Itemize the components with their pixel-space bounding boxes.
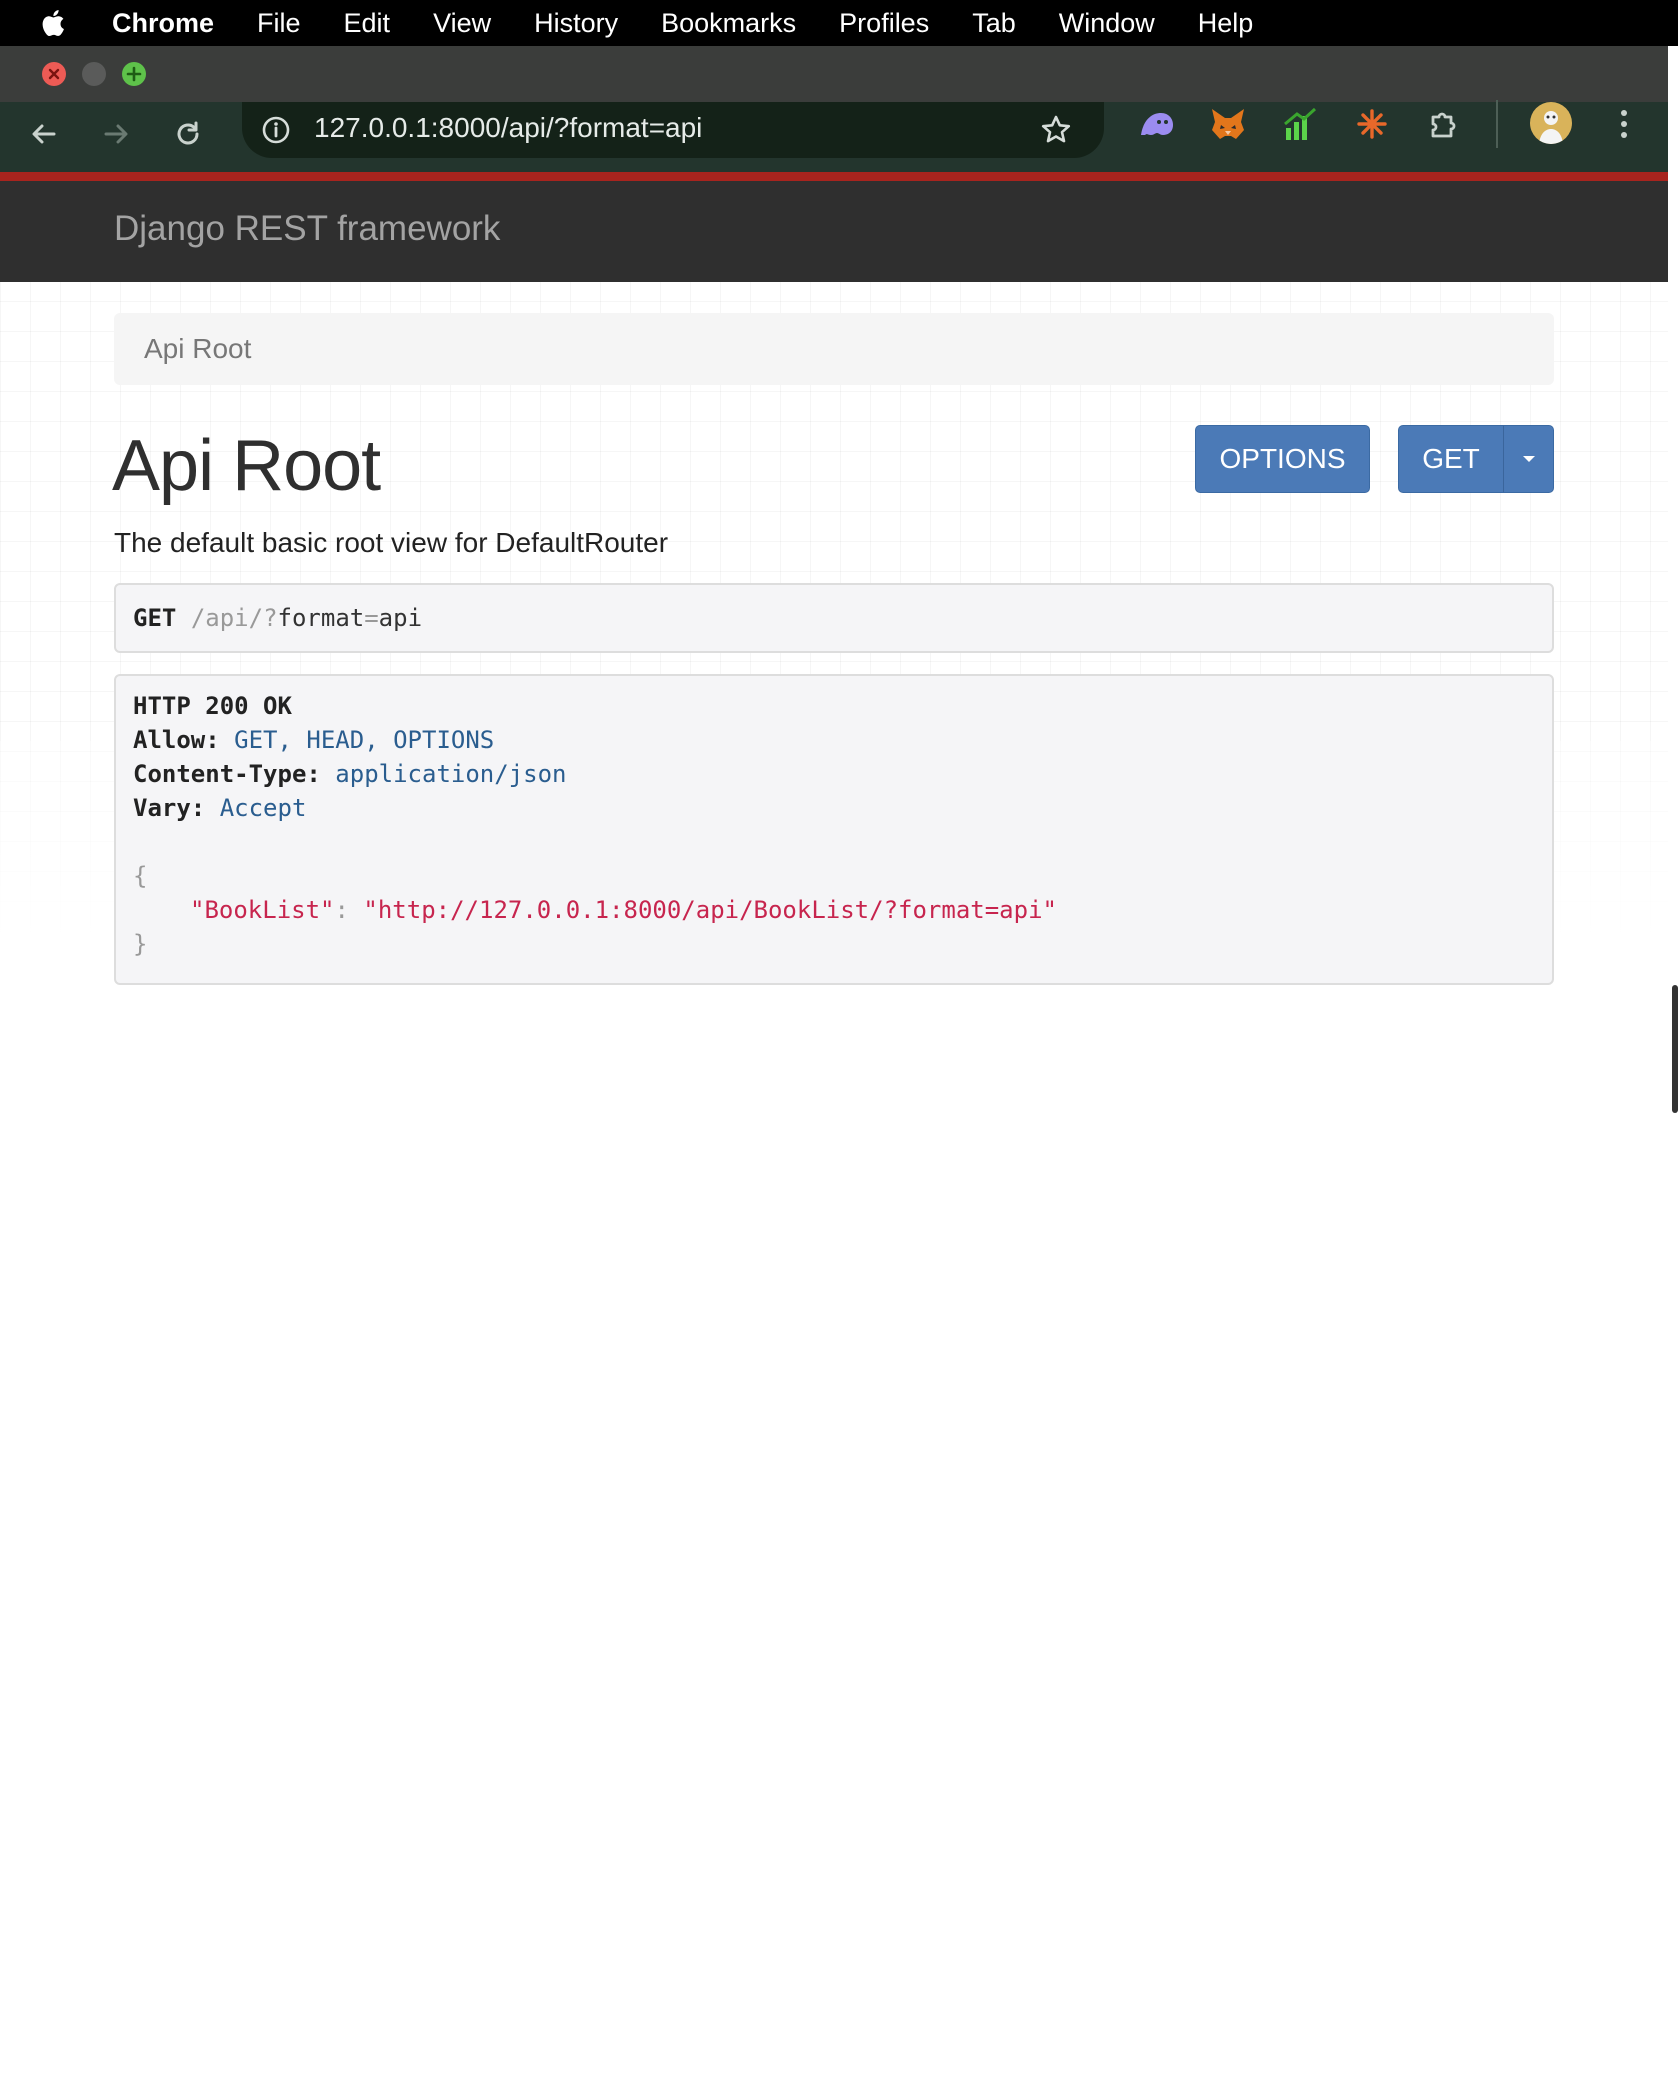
menu-bookmarks[interactable]: Bookmarks: [661, 8, 796, 39]
header-value: application/json: [335, 760, 567, 788]
chart-extension-icon[interactable]: [1280, 104, 1320, 144]
query-equals: =: [364, 604, 379, 632]
json-key: "BookList": [190, 896, 335, 924]
json-open-brace: {: [133, 862, 148, 890]
web-page: Django REST framework Api Root Api Root …: [0, 181, 1668, 2099]
request-line: GET /api/?format=api: [133, 604, 422, 632]
macos-menu-bar: Chrome File Edit View History Bookmarks …: [0, 0, 1678, 46]
menu-help[interactable]: Help: [1198, 8, 1254, 39]
browser-toolbar: 127.0.0.1:8000/api/?format=api: [0, 102, 1668, 172]
request-method: GET: [133, 604, 177, 632]
page-title: Api Root: [112, 426, 381, 506]
get-format-dropdown[interactable]: [1503, 425, 1554, 493]
query-param: format: [277, 604, 365, 632]
header-value: GET, HEAD, OPTIONS: [234, 726, 495, 754]
url-text: 127.0.0.1:8000/api/?format=api: [314, 112, 703, 143]
close-window-button[interactable]: [42, 62, 66, 86]
response-header: Allow: GET, HEAD, OPTIONS: [133, 726, 494, 754]
minimize-window-button[interactable]: [82, 62, 106, 86]
menu-file[interactable]: File: [257, 8, 301, 39]
response-header: Content-Type: application/json: [133, 760, 566, 788]
json-link[interactable]: "http://127.0.0.1:8000/api/BookList/?for…: [363, 896, 1057, 924]
status-text: HTTP 200 OK: [133, 692, 292, 720]
reload-button[interactable]: [166, 112, 210, 156]
fullscreen-icon: [126, 66, 142, 82]
response-status: HTTP 200 OK: [133, 692, 292, 720]
menu-window[interactable]: Window: [1059, 8, 1155, 39]
menu-chrome[interactable]: Chrome: [112, 8, 214, 39]
drf-navbar: Django REST framework: [0, 181, 1668, 282]
back-arrow-icon: [32, 124, 56, 144]
close-icon: [48, 68, 60, 80]
back-button[interactable]: [22, 112, 66, 156]
request-info: GET /api/?format=api: [114, 583, 1554, 653]
browser-window: Chrome File Edit View History Bookmarks …: [0, 0, 1678, 2099]
forward-button[interactable]: [94, 112, 138, 156]
header-key: Allow:: [133, 726, 220, 754]
menu-view[interactable]: View: [433, 8, 491, 39]
fullscreen-window-button[interactable]: [122, 62, 146, 86]
menu-tab[interactable]: Tab: [972, 8, 1016, 39]
header-value: Accept: [219, 794, 307, 822]
get-button-label: GET: [1422, 443, 1480, 474]
menu-dots-icon[interactable]: [1604, 104, 1644, 144]
menu-history[interactable]: History: [534, 8, 618, 39]
fox-extension-icon[interactable]: [1208, 104, 1248, 144]
reload-icon: [177, 121, 199, 145]
extensions-puzzle-icon[interactable]: [1424, 104, 1464, 144]
toolbar-divider: [1496, 100, 1498, 148]
query-value: api: [378, 604, 423, 632]
json-close-brace: }: [133, 930, 148, 958]
header-key: Content-Type:: [133, 760, 321, 788]
caret-down-icon: [1522, 456, 1535, 462]
breadcrumb: Api Root: [114, 313, 1554, 385]
navbar-brand[interactable]: Django REST framework: [114, 209, 500, 249]
response-header: Vary: Accept: [133, 794, 306, 822]
sparkle-extension-icon[interactable]: [1352, 104, 1392, 144]
ghost-extension-icon[interactable]: [1136, 104, 1176, 144]
site-info-icon[interactable]: [258, 112, 294, 148]
address-bar[interactable]: 127.0.0.1:8000/api/?format=api: [242, 102, 1104, 158]
window-title-bar: [0, 46, 1668, 102]
forward-arrow-icon: [104, 124, 128, 144]
menu-profiles[interactable]: Profiles: [839, 8, 929, 39]
header-key: Vary:: [133, 794, 206, 822]
profile-avatar[interactable]: [1530, 102, 1572, 144]
page-scrollbar[interactable]: [1672, 985, 1678, 1113]
apple-icon[interactable]: [40, 6, 70, 40]
get-button[interactable]: GET: [1398, 425, 1504, 493]
options-button-label: OPTIONS: [1219, 443, 1346, 474]
response-info: HTTP 200 OK Allow: GET, HEAD, OPTIONS Co…: [114, 674, 1554, 985]
breadcrumb-item-api-root: Api Root: [144, 333, 252, 364]
options-button[interactable]: OPTIONS: [1195, 425, 1370, 493]
accent-stripe: [0, 172, 1668, 181]
query-separator: ?: [263, 604, 278, 632]
json-colon: :: [334, 896, 364, 924]
json-entry: "BookList": "http://127.0.0.1:8000/api/B…: [190, 896, 1057, 924]
bookmark-star-icon[interactable]: [1038, 112, 1074, 148]
view-description: The default basic root view for DefaultR…: [114, 527, 669, 558]
menu-edit[interactable]: Edit: [344, 8, 391, 39]
request-path: /api/: [190, 604, 264, 632]
